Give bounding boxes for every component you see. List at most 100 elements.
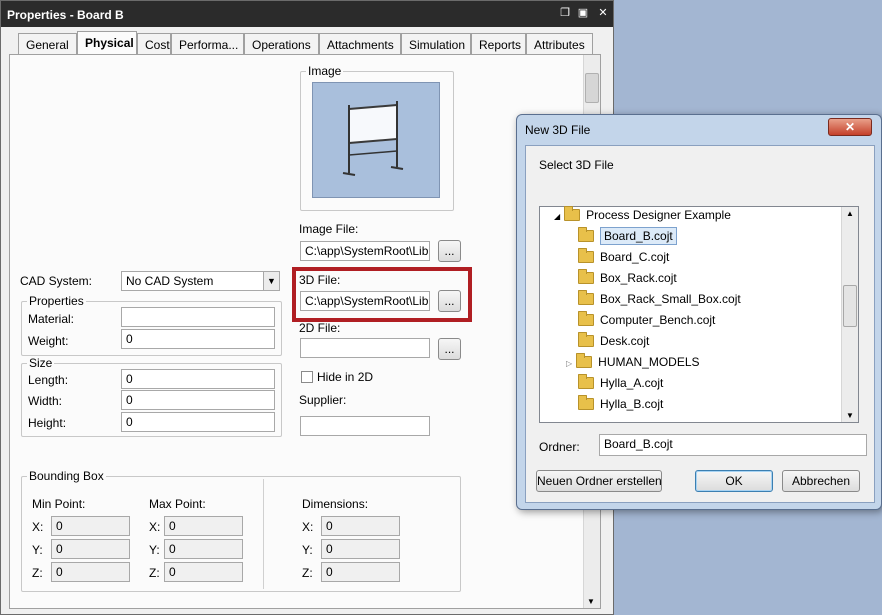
dialog-close-icon[interactable]: ✕ [828,118,872,136]
tree-item-label: HUMAN_MODELS [598,355,700,369]
height-label: Height: [28,416,67,430]
chevron-down-icon[interactable]: ▼ [263,272,279,290]
dim-x-field: 0 [321,516,400,536]
dimensions-label: Dimensions: [302,497,369,511]
dialog-prompt: Select 3D File [539,158,614,172]
height-field[interactable]: 0 [121,412,275,432]
image-file-label: Image File: [299,222,359,236]
dialog-body: Select 3D File ◢ Process Designer Example… [525,145,875,503]
tree-item-label: Hylla_B.cojt [600,397,664,411]
ok-button[interactable]: OK [695,470,773,492]
max-z-label: Z: [149,566,160,580]
min-z-label: Z: [32,566,43,580]
tree-item[interactable]: ▷ HUMAN_MODELS [566,352,700,376]
folder-icon [564,205,581,221]
supplier-field[interactable] [300,416,430,436]
scroll-down-icon[interactable]: ▼ [846,411,854,420]
restore-icon[interactable]: ❐ [559,7,571,19]
cancel-button[interactable]: Abbrechen [782,470,860,492]
min-x-label: X: [32,520,44,534]
scroll-down-icon[interactable]: ▼ [587,597,595,606]
tree-root[interactable]: ◢ Process Designer Example [554,205,731,229]
tree-scroll-thumb[interactable] [843,285,857,327]
tree-item-label: Board_B.cojt [600,227,677,245]
collapsed-arrow-icon[interactable]: ▷ [566,359,572,368]
properties-title: Properties - Board B [1,1,613,27]
tab-attributes[interactable]: Attributes [526,33,593,55]
tree-scrollbar[interactable]: ▲ ▼ [841,207,858,422]
width-field[interactable]: 0 [121,390,275,410]
width-label: Width: [28,394,63,408]
tab-attachments[interactable]: Attachments [319,33,401,55]
min-point-label: Min Point: [32,497,86,511]
scroll-up-icon[interactable]: ▲ [846,209,854,218]
tree-item[interactable]: Hylla_B.cojt [578,394,664,418]
3d-file-browse-button[interactable]: ... [438,290,461,312]
3d-file-label: 3D File: [299,273,341,287]
dim-z-label: Z: [302,566,313,580]
min-y-field: 0 [51,539,130,559]
tree-item[interactable]: Hylla_A.cojt [578,373,664,397]
folder-icon [578,226,594,242]
min-x-field: 0 [51,516,130,536]
properties-group-label: Properties [27,294,86,308]
pin-icon[interactable]: ▣ [577,7,589,19]
3d-file-field[interactable]: C:\app\SystemRoot\Libra [300,291,430,311]
weight-field[interactable]: 0 [121,329,275,349]
dim-y-label: Y: [302,543,313,557]
hide-in-2d-label: Hide in 2D [317,370,374,384]
material-label: Material: [28,312,75,326]
tree-item[interactable]: Board_C.cojt [578,247,670,271]
folder-icon [576,352,593,368]
tab-cost[interactable]: Cost [137,33,171,55]
2d-file-field[interactable] [300,338,430,358]
tree-item-label: Box_Rack_Small_Box.cojt [600,292,741,306]
close-icon[interactable]: ✕ [597,7,609,19]
panel-scroll-thumb[interactable] [585,73,599,103]
tab-physical[interactable]: Physical [77,31,137,55]
new-folder-button[interactable]: Neuen Ordner erstellen [536,470,662,492]
tree-item[interactable]: Desk.cojt [578,331,650,355]
tree-item-label: Hylla_A.cojt [600,376,664,390]
dialog-title: New 3D File [525,123,591,137]
folder-icon [578,331,594,347]
length-field[interactable]: 0 [121,369,275,389]
max-x-field: 0 [164,516,243,536]
max-z-field: 0 [164,562,243,582]
folder-field[interactable]: Board_B.cojt [599,434,867,456]
min-y-label: Y: [32,543,43,557]
tree-item[interactable]: Computer_Bench.cojt [578,310,715,334]
max-y-label: Y: [149,543,160,557]
tab-performance[interactable]: Performa... [171,33,244,55]
folder-icon [578,268,594,284]
weight-label: Weight: [28,334,69,348]
tree-item-label: Board_C.cojt [600,250,670,264]
tab-general[interactable]: General [18,33,77,55]
tab-strip: General Physical Cost Performa... Operat… [11,31,593,55]
whiteboard-image [342,101,404,176]
image-file-field[interactable]: C:\app\SystemRoot\Libra [300,241,430,261]
cad-system-select[interactable]: No CAD System ▼ [121,271,280,291]
tree-item[interactable]: Box_Rack.cojt [578,268,677,292]
tree-item[interactable]: Box_Rack_Small_Box.cojt [578,289,741,313]
tab-operations[interactable]: Operations [244,33,319,55]
folder-icon [578,373,594,389]
tree-item-label: Desk.cojt [600,334,650,348]
tab-simulation[interactable]: Simulation [401,33,471,55]
size-group-label: Size [27,356,55,370]
bounding-box-divider [263,479,264,589]
cad-system-value: No CAD System [126,274,214,288]
max-x-label: X: [149,520,161,534]
tab-reports[interactable]: Reports [471,33,526,55]
2d-file-label: 2D File: [299,321,341,335]
2d-file-browse-button[interactable]: ... [438,338,461,360]
image-file-browse-button[interactable]: ... [438,240,461,262]
expanded-arrow-icon[interactable]: ◢ [554,212,560,221]
material-field[interactable] [121,307,275,327]
image-preview [312,82,440,198]
cad-system-label: CAD System: [20,274,93,288]
folder-icon [578,289,594,305]
tree-item[interactable]: Board_B.cojt [578,226,677,250]
folder-tree[interactable]: ◢ Process Designer Example Board_B.cojt B… [539,205,859,423]
hide-in-2d-checkbox[interactable] [301,371,313,383]
